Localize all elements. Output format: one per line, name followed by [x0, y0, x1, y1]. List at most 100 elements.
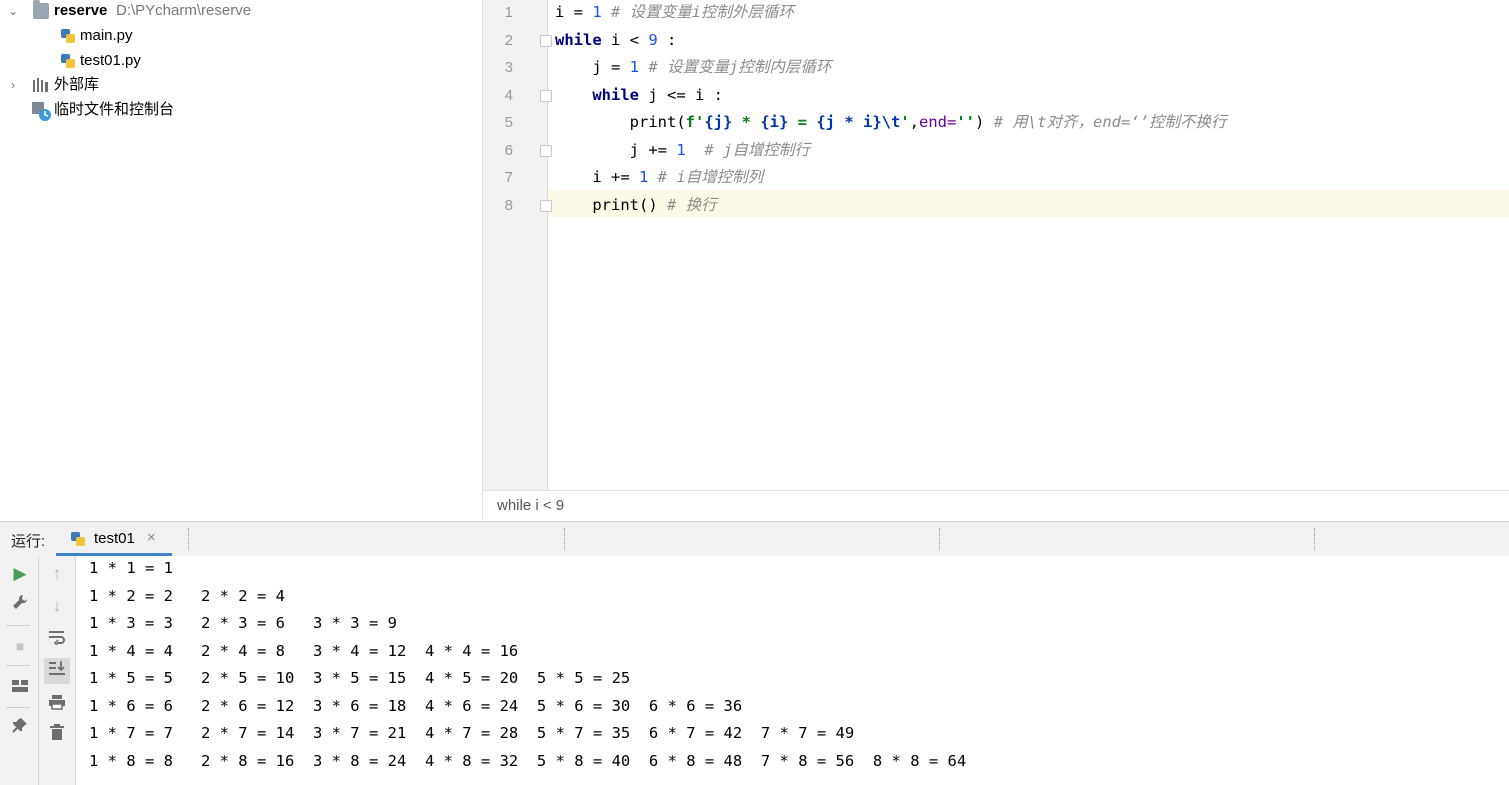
- file-name: main.py: [80, 27, 133, 44]
- tree-item-test01-py[interactable]: test01.py: [0, 49, 481, 73]
- arrow-up-icon[interactable]: ↑: [44, 561, 70, 587]
- divider: [564, 528, 566, 550]
- tree-root-path: D:\PYcharm\reserve: [116, 2, 252, 19]
- run-toolbar-primary: ▶ ■: [0, 556, 39, 785]
- breadcrumb[interactable]: while i < 9: [483, 490, 1509, 521]
- code-line[interactable]: j = 1 # 设置变量j控制内层循环: [555, 54, 831, 81]
- code-token: ): [975, 113, 985, 131]
- pin-icon[interactable]: [7, 716, 33, 742]
- code-token: i <: [601, 30, 649, 49]
- python-file-icon: [60, 53, 76, 69]
- line-number: 8: [504, 196, 513, 214]
- play-icon[interactable]: ▶: [7, 561, 33, 587]
- chevron-down-icon[interactable]: ⌄: [6, 0, 20, 23]
- code-token: f': [685, 113, 705, 131]
- code-token: # j自增控制行: [685, 140, 810, 159]
- chevron-right-icon[interactable]: ›: [6, 73, 20, 97]
- code-token: {j}: [704, 113, 733, 131]
- code-token: {j * i}: [816, 113, 882, 131]
- code-token: 1: [629, 58, 639, 76]
- fold-marker-icon[interactable]: [540, 34, 552, 47]
- code-token: print(): [555, 195, 658, 214]
- scroll-to-end-icon[interactable]: [44, 658, 70, 684]
- code-line[interactable]: print(f'{j} * {i} = {j * i}\t',end='') #…: [555, 109, 1227, 136]
- divider: [939, 528, 941, 550]
- breadcrumb-text: while i < 9: [497, 497, 565, 514]
- console-line: 1 * 4 = 4 2 * 4 = 8 3 * 4 = 12 4 * 4 = 1…: [89, 641, 519, 660]
- line-number: 3: [504, 59, 513, 76]
- code-token: while: [592, 85, 639, 104]
- code-line[interactable]: i = 1 # 设置变量i控制外层循环: [555, 0, 794, 26]
- external-libs-label: 外部库: [54, 76, 100, 93]
- code-token: :: [657, 30, 677, 49]
- console-line: 1 * 7 = 7 2 * 7 = 14 3 * 7 = 21 4 * 7 = …: [89, 724, 855, 742]
- code-token: # 设置变量j控制内层循环: [639, 58, 832, 76]
- code-line[interactable]: while j <= i :: [555, 82, 723, 109]
- run-tab-label: test01: [94, 530, 135, 547]
- tree-item-main-py[interactable]: main.py: [0, 24, 481, 48]
- line-number: 4: [504, 86, 513, 104]
- trash-icon[interactable]: [44, 723, 70, 749]
- tree-item-reserve[interactable]: ⌄ reserve D:\PYcharm\reserve: [0, 0, 481, 23]
- divider: [1314, 528, 1316, 550]
- code-token: =: [788, 113, 817, 131]
- code-line[interactable]: while i < 9 :: [555, 27, 676, 54]
- line-number: 5: [504, 114, 513, 131]
- soft-wrap-icon[interactable]: [44, 627, 70, 653]
- code-token: print(: [555, 113, 686, 131]
- fold-marker-icon[interactable]: [540, 144, 552, 157]
- run-toolbar-secondary: ↑ ↓: [39, 556, 76, 785]
- line-number: 2: [504, 31, 513, 49]
- code-token: ,: [909, 113, 920, 131]
- fold-marker-icon[interactable]: [540, 89, 552, 102]
- console-line: 1 * 1 = 1: [89, 559, 173, 577]
- code-line[interactable]: j += 1 # j自增控制行: [555, 137, 810, 164]
- console-line: 1 * 5 = 5 2 * 5 = 10 3 * 5 = 15 4 * 5 = …: [89, 669, 631, 687]
- run-tab-test01[interactable]: test01 ×: [56, 522, 172, 556]
- stop-icon[interactable]: ■: [7, 633, 33, 659]
- code-token: 1: [592, 3, 602, 21]
- python-file-icon: [60, 28, 76, 44]
- tree-root-name: reserve: [54, 2, 108, 19]
- code-token: {i}: [760, 113, 789, 131]
- run-label: 运行:: [11, 533, 46, 550]
- line-number: 1: [504, 4, 513, 21]
- code-line[interactable]: print() # 换行: [555, 192, 717, 219]
- code-token: *: [732, 113, 761, 131]
- console-line: 1 * 6 = 6 2 * 6 = 12 3 * 6 = 18 4 * 6 = …: [89, 696, 743, 715]
- code-token: # 设置变量i控制外层循环: [601, 3, 794, 21]
- code-token: # 用\t对齐，end=‘’控制不换行: [984, 113, 1227, 131]
- file-name: test01.py: [80, 52, 141, 69]
- fold-marker-icon[interactable]: [540, 199, 552, 212]
- code-token: j <= i :: [639, 85, 723, 104]
- close-icon[interactable]: ×: [147, 529, 156, 546]
- code-token: 9: [648, 30, 658, 49]
- line-number: 7: [504, 169, 513, 186]
- code-line[interactable]: i += 1 # i自增控制列: [555, 164, 763, 191]
- editor-gutter: 1 2 3 4 5 6 7 8: [483, 0, 548, 490]
- wrench-icon[interactable]: [7, 593, 33, 619]
- code-token: i +=: [555, 168, 639, 186]
- print-icon[interactable]: [44, 692, 70, 718]
- code-token: j +=: [555, 140, 677, 159]
- code-token: i =: [555, 3, 593, 21]
- python-file-icon: [70, 531, 86, 547]
- code-editor[interactable]: 12345678 i = 1 # 设置变量i控制外层循环 while i < 9 …: [482, 0, 1509, 521]
- scratches-label: 临时文件和控制台: [54, 101, 175, 118]
- layout-icon[interactable]: [7, 675, 33, 701]
- code-token: j =: [555, 58, 630, 76]
- run-toolwindow-header: 运行: test01 ×: [0, 521, 1509, 557]
- console-line: 1 * 8 = 8 2 * 8 = 16 3 * 8 = 24 4 * 8 = …: [89, 751, 967, 770]
- arrow-down-icon[interactable]: ↓: [44, 593, 70, 619]
- code-token: \t: [881, 113, 901, 131]
- console-line: 1 * 2 = 2 2 * 2 = 4: [89, 586, 285, 605]
- tree-item-external-libs[interactable]: › 外部库: [0, 73, 481, 97]
- console-output[interactable]: 1 * 1 = 1 1 * 2 = 2 2 * 2 = 4 1 * 3 = 3 2 …: [76, 556, 1509, 785]
- project-tree-panel: ⌄ reserve D:\PYcharm\reserve main.py tes…: [0, 0, 481, 520]
- library-icon: [32, 77, 48, 93]
- code-token: 1: [639, 168, 649, 186]
- divider: [188, 528, 190, 550]
- code-token: # 换行: [657, 195, 717, 214]
- tree-item-scratches[interactable]: 临时文件和控制台: [0, 98, 481, 122]
